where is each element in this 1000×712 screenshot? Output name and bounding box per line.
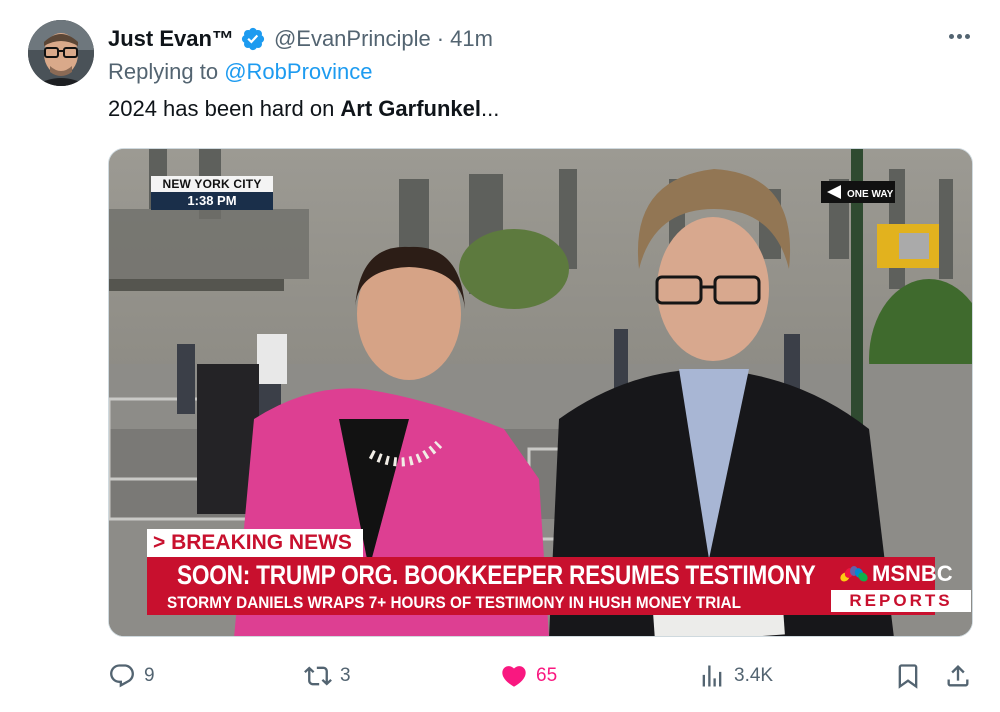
news-chyron: > BREAKING NEWS SOON: TRUMP ORG. BOOKKEE… [109,529,972,636]
tweet-text-suffix: ... [481,96,500,121]
share-button[interactable] [944,658,972,694]
repost-icon [304,666,332,686]
repost-count: 3 [340,665,351,686]
like-button[interactable]: 65 [500,658,557,694]
tweet-text-prefix: 2024 has been hard on [108,96,341,121]
chyron-red-bar: SOON: TRUMP ORG. BOOKKEEPER RESUMES TEST… [147,557,971,615]
replying-to-label: Replying to [108,59,219,84]
more-icon[interactable] [944,24,974,48]
bookmark-icon [898,664,918,689]
chyron-headline: SOON: TRUMP ORG. BOOKKEEPER RESUMES TEST… [177,560,816,590]
replying-to: Replying to @RobProvince [108,59,373,85]
display-name[interactable]: Just Evan™ [108,26,234,52]
verified-badge-icon[interactable] [240,26,266,52]
like-count: 65 [536,665,558,686]
reply-icon [110,664,134,688]
repost-button[interactable]: 3 [304,658,351,694]
share-icon [947,665,969,687]
street-sign-text: ONE WAY [847,189,894,200]
views-count: 3.4K [734,665,774,686]
timestamp[interactable]: 41m [450,26,493,52]
reply-mention-link[interactable]: @RobProvince [224,59,372,84]
network-logo: MSNBC REPORTS [827,557,972,615]
program-name: REPORTS [831,590,971,612]
reply-button[interactable]: 9 [108,658,155,694]
avatar[interactable] [28,20,94,86]
chyron-subheadline: STORMY DANIELS WRAPS 7+ HOURS OF TESTIMO… [167,593,741,612]
reply-count: 9 [144,665,155,686]
location-time-bug: NEW YORK CITY 1:38 PM [151,176,273,210]
clock-label: 1:38 PM [151,192,273,210]
breaking-news-banner: > BREAKING NEWS [147,529,363,557]
views-icon [702,665,722,687]
bookmark-button[interactable] [894,658,922,694]
location-label: NEW YORK CITY [151,176,273,192]
tweet-header: Just Evan™ @EvanPrinciple · 41m [108,22,493,56]
media-video[interactable]: ONE WAY NEW YORK CITY 1:38 PM > BREAKING… [108,148,973,637]
network-name: MSNBC [872,561,953,586]
views-button[interactable]: 3.4K [698,658,773,694]
like-icon [502,666,526,687]
tweet-text: 2024 has been hard on Art Garfunkel... [108,96,499,122]
handle[interactable]: @EvanPrinciple [274,26,431,52]
action-bar: 9 3 65 3.4K [108,658,974,694]
peacock-icon [840,566,868,582]
tweet-text-bold: Art Garfunkel [340,96,482,121]
separator-dot: · [436,26,445,51]
